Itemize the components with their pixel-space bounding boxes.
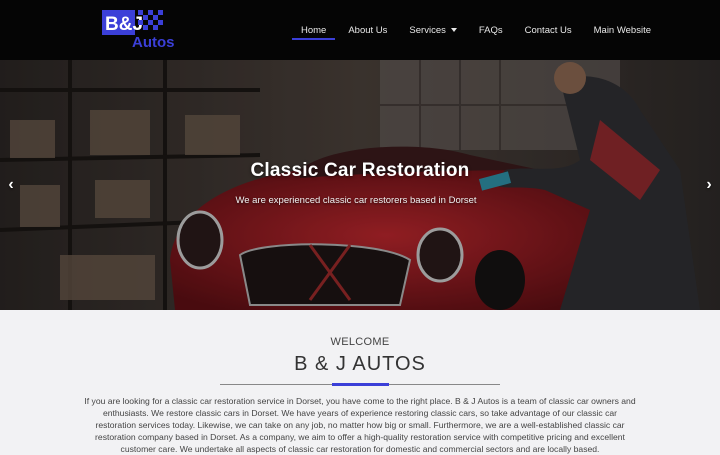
nav-faqs-label: FAQs [478,24,503,36]
nav-about-us[interactable]: About Us [337,0,398,60]
chevron-left-icon[interactable]: ‹ [3,175,19,195]
logo[interactable]: B&J Autos [102,10,180,50]
nav-contact-label: Contact Us [524,24,572,36]
nav-services-label: Services [409,24,446,36]
hero-subtitle: We are experienced classic car restorers… [235,195,477,206]
hero-title: Classic Car Restoration [250,160,470,181]
nav-home[interactable]: Home [290,0,337,60]
nav-contact-us[interactable]: Contact Us [514,0,583,60]
nav-about-label: About Us [348,24,388,36]
site-header: B&J Autos Home About Us Services FAQs Co… [0,0,720,60]
svg-text:Autos: Autos [132,34,175,50]
main-nav: Home About Us Services FAQs Contact Us M… [290,0,662,60]
nav-main-website-label: Main Website [593,24,652,36]
chevron-right-icon[interactable]: › [701,175,717,195]
title-divider-accent [332,383,389,386]
hero-image [0,60,720,310]
chevron-down-icon [450,28,457,32]
nav-home-label: Home [301,24,327,36]
nav-main-website[interactable]: Main Website [583,0,662,60]
nav-services[interactable]: Services [398,0,467,60]
svg-text:B&J: B&J [105,14,143,35]
section-title: B & J AUTOS [294,353,426,375]
hero-slider: Classic Car Restoration We are experienc… [0,60,720,310]
nav-faqs[interactable]: FAQs [468,0,514,60]
intro-paragraph: If you are looking for a classic car res… [84,396,636,454]
section-eyebrow: WELCOME [330,336,390,348]
